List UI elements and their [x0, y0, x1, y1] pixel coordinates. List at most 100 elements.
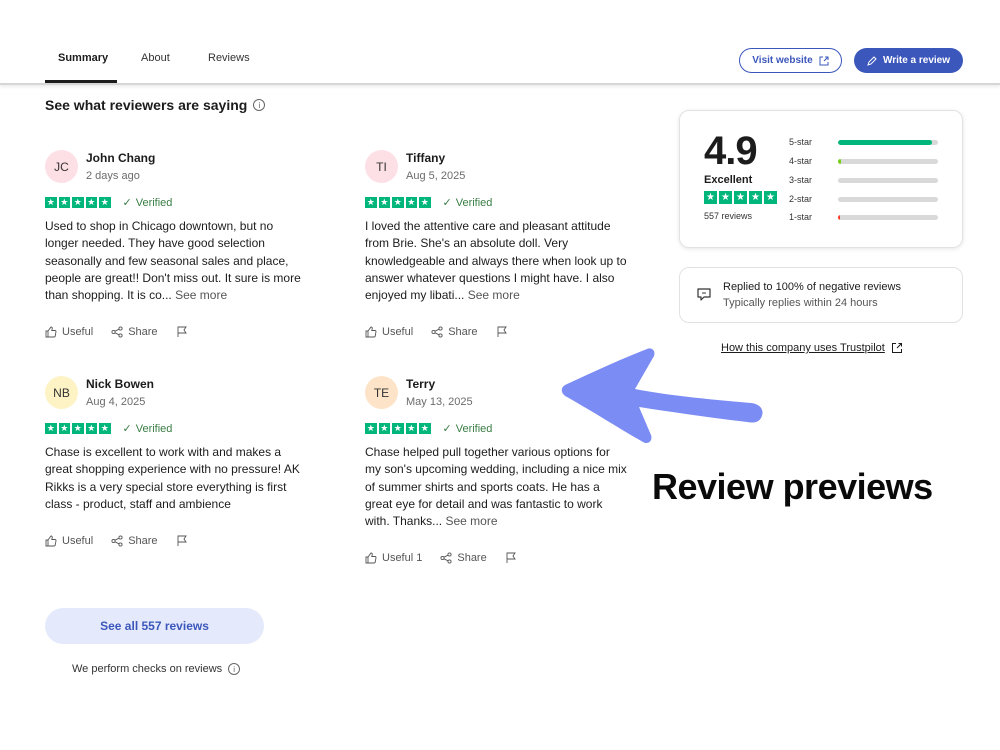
verified-badge: ✓ Verified: [123, 422, 173, 436]
check-icon: ✓: [442, 197, 452, 209]
external-link-icon: [891, 343, 902, 353]
useful-label: Useful: [62, 326, 94, 338]
star-icon: ★: [45, 422, 57, 435]
info-icon[interactable]: i: [253, 99, 266, 111]
star-icon: ★: [85, 422, 97, 435]
distribution-bar: [838, 214, 938, 220]
star-icon: ★: [99, 196, 111, 209]
annotation-arrow: [561, 348, 763, 444]
review-actions: Useful 1 Share: [365, 552, 517, 564]
distribution-row[interactable]: 5-star: [789, 137, 938, 147]
share-label: Share: [457, 552, 487, 564]
star-icon: ★: [378, 196, 390, 209]
share-label: Share: [128, 326, 158, 338]
reviewer-name[interactable]: Tiffany: [406, 151, 465, 165]
distribution-bar: [838, 139, 938, 145]
useful-button[interactable]: Useful 1: [365, 552, 422, 564]
star-icon: ★: [392, 196, 404, 209]
review-body: Chase is excellent to work with and make…: [45, 445, 300, 511]
review-actions: Useful Share: [45, 535, 188, 547]
star-icon: ★: [719, 191, 732, 204]
useful-button[interactable]: Useful: [45, 535, 93, 547]
distribution-bar: [838, 196, 938, 202]
distribution-label: 2-star: [789, 194, 813, 204]
reply-rate-text: Replied to 100% of negative reviews: [723, 281, 901, 293]
active-tab-indicator: [45, 80, 117, 83]
share-button[interactable]: Share: [111, 535, 158, 547]
tab-about[interactable]: About: [141, 52, 170, 64]
visit-website-button[interactable]: Visit website: [739, 48, 842, 73]
review-body: Used to shop in Chicago downtown, but no…: [45, 219, 301, 303]
verified-label: Verified: [135, 196, 173, 209]
write-review-label: Write a review: [882, 55, 951, 66]
share-button[interactable]: Share: [431, 326, 478, 338]
star-icon: ★: [392, 422, 404, 435]
star-icon: ★: [419, 422, 431, 435]
avatar[interactable]: NB: [45, 376, 78, 409]
distribution-row[interactable]: 2-star: [789, 194, 938, 204]
reviewer-info: JC John Chang 2 days ago: [45, 150, 315, 190]
useful-button[interactable]: Useful: [45, 326, 93, 338]
star-icon: ★: [405, 196, 417, 209]
star-icon: ★: [72, 422, 84, 435]
reviewer-name[interactable]: Nick Bowen: [86, 377, 154, 391]
check-icon: ✓: [442, 423, 452, 435]
review-text: Chase helped pull together various optio…: [365, 444, 627, 530]
star-rating: ★ ★ ★ ★ ★: [45, 422, 111, 435]
distribution-label: 3-star: [789, 175, 813, 185]
reviewer-name[interactable]: Terry: [406, 377, 473, 391]
flag-icon[interactable]: [176, 326, 188, 338]
star-rating: ★ ★ ★ ★ ★: [365, 422, 431, 435]
avatar[interactable]: TE: [365, 376, 398, 409]
distribution-bar: [838, 158, 938, 164]
star-icon: ★: [749, 191, 762, 204]
review-actions: Useful Share: [45, 326, 188, 338]
flag-icon[interactable]: [496, 326, 508, 338]
review-actions: Useful Share: [365, 326, 508, 338]
useful-button[interactable]: Useful: [365, 326, 413, 338]
see-more-link[interactable]: See more: [175, 288, 227, 302]
reviewer-name[interactable]: John Chang: [86, 151, 155, 165]
star-icon: ★: [365, 196, 377, 209]
star-rating: ★ ★ ★ ★ ★: [365, 196, 431, 209]
star-icon: ★: [378, 422, 390, 435]
review-date: Aug 5, 2025: [406, 170, 466, 182]
external-link-icon: [819, 56, 829, 65]
rating-row: ★ ★ ★ ★ ★ ✓ Verified: [365, 196, 635, 209]
distribution-row[interactable]: 1-star: [789, 212, 938, 222]
review-text: I loved the attentive care and pleasant …: [365, 218, 627, 304]
avatar[interactable]: JC: [45, 150, 78, 183]
write-review-button[interactable]: Write a review: [854, 48, 963, 73]
review-card: TI Tiffany Aug 5, 2025 ★ ★ ★ ★ ★ ✓ Verified I…: [365, 150, 635, 304]
info-icon[interactable]: i: [228, 663, 241, 675]
thumbs-up-icon: [45, 326, 57, 338]
share-button[interactable]: Share: [440, 552, 487, 564]
share-label: Share: [448, 326, 478, 338]
distribution-label: 1-star: [789, 212, 813, 222]
tab-reviews[interactable]: Reviews: [208, 52, 250, 64]
flag-icon[interactable]: [176, 535, 188, 547]
verified-badge: ✓ Verified: [123, 196, 173, 210]
verified-label: Verified: [135, 422, 173, 435]
see-more-link[interactable]: See more: [446, 514, 498, 528]
section-title: See what reviewers are saying i: [45, 97, 266, 113]
review-text: Chase is excellent to work with and make…: [45, 444, 307, 513]
see-more-link[interactable]: See more: [468, 288, 520, 302]
verified-badge: ✓ Verified: [442, 422, 493, 436]
avatar[interactable]: TI: [365, 150, 398, 183]
star-icon: ★: [58, 422, 70, 435]
star-rating: ★ ★ ★ ★ ★: [45, 196, 111, 209]
share-icon: [111, 535, 123, 547]
see-all-reviews-button[interactable]: See all 557 reviews: [45, 608, 264, 644]
share-button[interactable]: Share: [111, 326, 158, 338]
flag-icon[interactable]: [505, 552, 517, 564]
visit-website-label: Visit website: [752, 55, 813, 66]
share-icon: [111, 326, 123, 338]
star-icon: ★: [365, 422, 377, 435]
annotation-label: Review previews: [652, 466, 933, 507]
star-icon: ★: [99, 422, 111, 435]
useful-label: Useful 1: [382, 552, 423, 564]
distribution-row[interactable]: 4-star: [789, 156, 938, 166]
distribution-row[interactable]: 3-star: [789, 175, 938, 185]
tab-summary[interactable]: Summary: [58, 52, 108, 64]
